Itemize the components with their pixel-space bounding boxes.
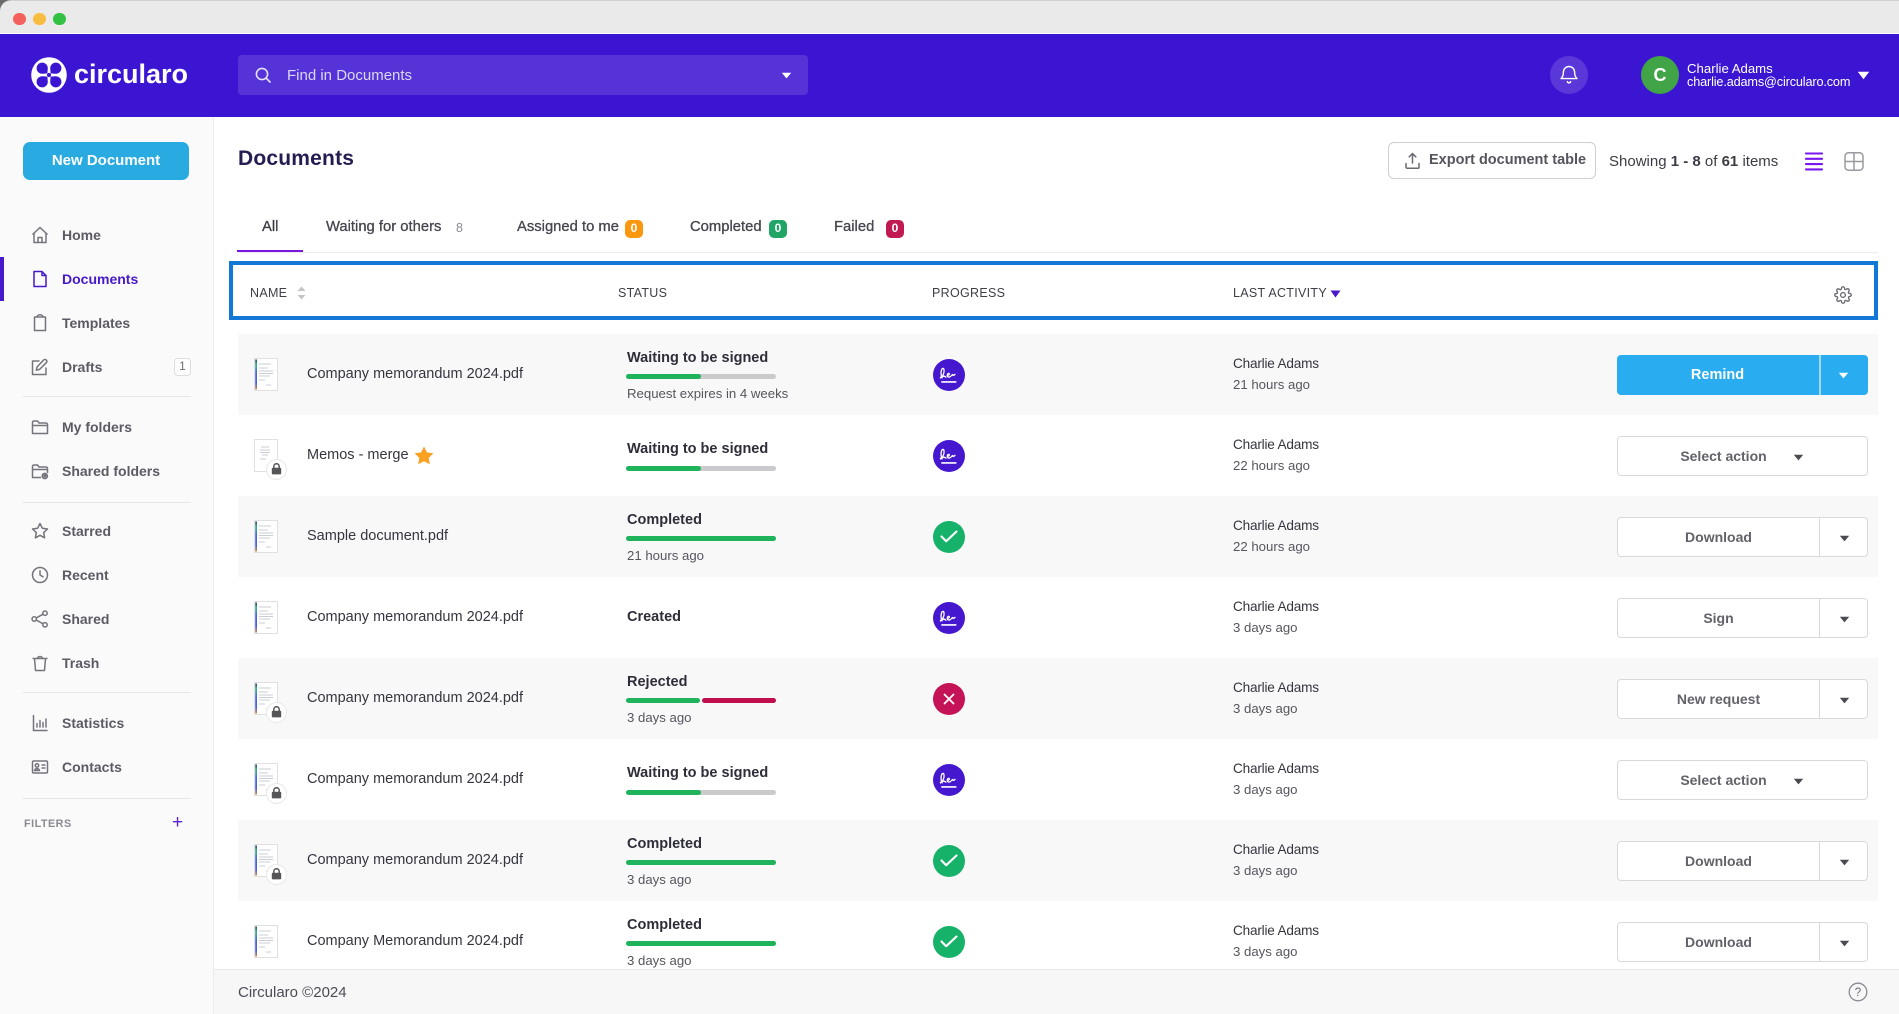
svg-text:?: ?	[1855, 987, 1861, 999]
